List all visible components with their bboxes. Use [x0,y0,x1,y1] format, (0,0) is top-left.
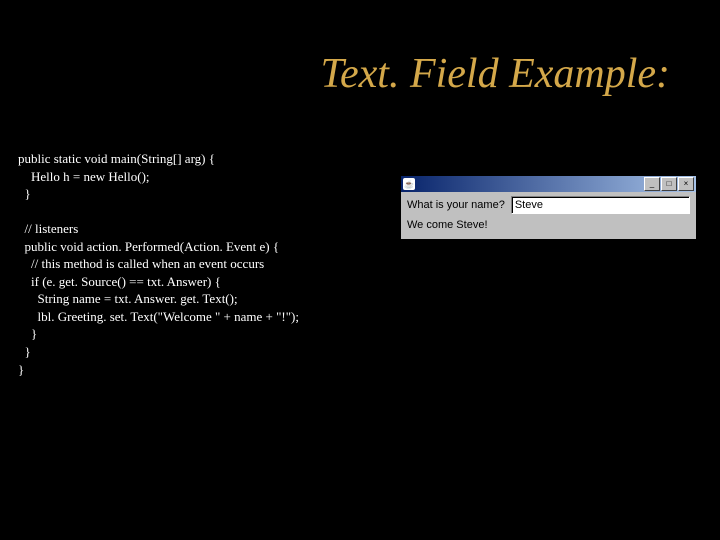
maximize-button[interactable]: □ [661,177,677,191]
java-icon: ☕ [403,178,415,190]
prompt-label: What is your name? [407,199,505,211]
applet-window: ☕ _ □ × What is your name? Steve We come… [400,175,697,240]
titlebar: ☕ _ □ × [401,176,696,192]
titlebar-left: ☕ [403,178,418,190]
prompt-row: What is your name? Steve [407,196,690,214]
code-block: public static void main(String[] arg) { … [18,150,299,378]
window-buttons: _ □ × [644,177,694,191]
client-area: What is your name? Steve We come Steve! [401,192,696,239]
slide-title: Text. Field Example: [320,50,670,98]
minimize-button[interactable]: _ [644,177,660,191]
name-input-value: Steve [515,199,543,211]
name-input[interactable]: Steve [511,196,690,214]
greeting-label: We come Steve! [407,217,690,235]
close-button[interactable]: × [678,177,694,191]
